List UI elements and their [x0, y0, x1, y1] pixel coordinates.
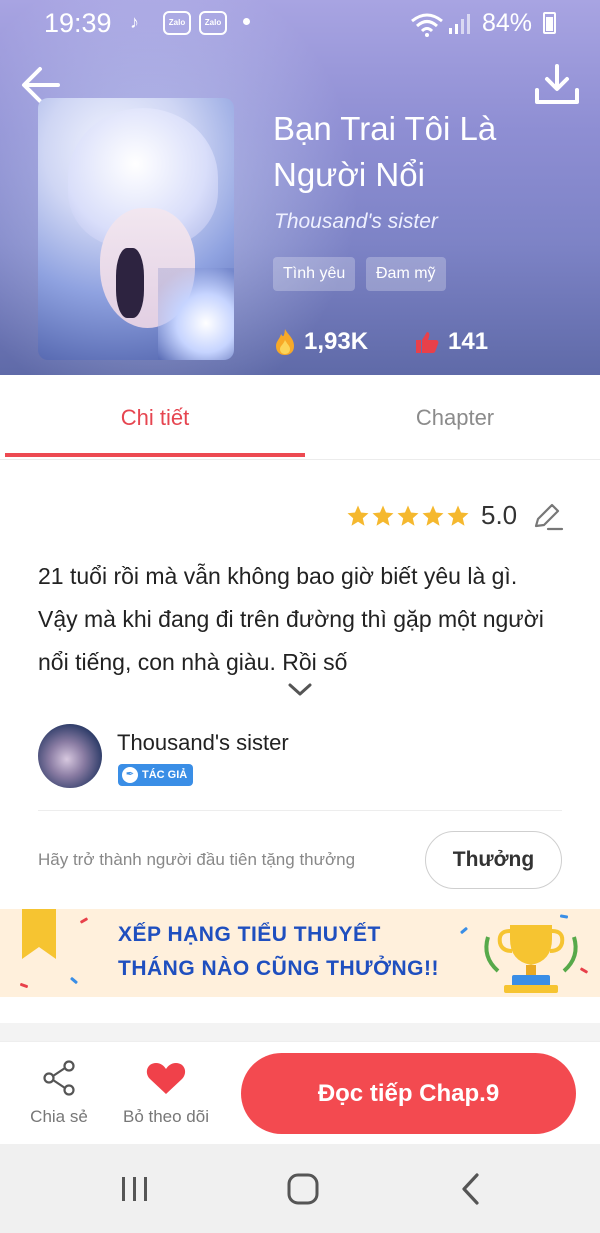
- promo-banner[interactable]: XẾP HẠNG TIỂU THUYẾT THÁNG NÀO CŨNG THƯỞ…: [0, 909, 600, 997]
- author-name[interactable]: Thousand's sister: [117, 730, 289, 756]
- author-avatar[interactable]: [38, 724, 102, 788]
- star-icon: [397, 505, 419, 526]
- tab-bar: Chi tiết Chapter: [0, 375, 600, 460]
- share-icon: [43, 1060, 75, 1096]
- genre-tag[interactable]: Đam mỹ: [366, 257, 446, 291]
- views-stat: 1,93K: [274, 328, 368, 356]
- story-author[interactable]: Thousand's sister: [274, 210, 438, 234]
- edit-pencil-icon[interactable]: [530, 500, 564, 534]
- unfollow-button[interactable]: Bỏ theo dõi: [116, 1060, 216, 1127]
- unfollow-label: Bỏ theo dõi: [122, 1107, 209, 1126]
- rating: 5.0: [346, 500, 517, 531]
- recent-apps-icon[interactable]: [100, 1144, 170, 1233]
- genre-tag[interactable]: Tình yêu: [273, 257, 356, 291]
- divider: [38, 810, 562, 811]
- gift-prompt: Hãy trở thành người đầu tiên tặng thưởng: [38, 850, 356, 869]
- story-description: 21 tuổi rồi mà vẫn không bao giờ biết yê…: [38, 563, 544, 675]
- banner-line-1: XẾP HẠNG TIỂU THUYẾT: [118, 923, 381, 946]
- thumbs-up-icon: [416, 332, 439, 353]
- battery-level: 84%: [482, 9, 533, 37]
- zalo-icon: Zalo: [163, 11, 191, 35]
- views-count: 1,93K: [304, 328, 369, 355]
- home-icon[interactable]: [268, 1144, 338, 1233]
- pen-nib-icon: ✒: [122, 767, 138, 783]
- section-gap: [0, 1023, 600, 1041]
- trophy-icon: [484, 925, 578, 993]
- back-nav-icon[interactable]: [436, 1144, 506, 1233]
- signal-icon: [449, 14, 470, 34]
- zalo-icon: Zalo: [199, 11, 227, 35]
- rating-value: 5.0: [481, 500, 518, 530]
- story-title: Bạn Trai Tôi Là Người Nổi: [273, 110, 497, 193]
- share-label: Chia sẻ: [30, 1107, 88, 1126]
- author-badge: ✒ TÁC GIẢ: [118, 764, 194, 786]
- continue-reading-button[interactable]: Đọc tiếp Chap.9: [241, 1053, 576, 1134]
- cover-image[interactable]: [38, 98, 234, 360]
- status-bar: 19:39 ♪ Zalo Zalo 84%: [0, 0, 600, 48]
- likes-count: 141: [448, 328, 489, 355]
- story-header: 19:39 ♪ Zalo Zalo 84% Bạn Trai Tôi Là Ng…: [0, 0, 600, 375]
- active-tab-indicator: [5, 453, 305, 457]
- star-icon: [422, 505, 444, 526]
- tab-details[interactable]: Chi tiết: [5, 375, 305, 460]
- chevron-down-icon[interactable]: [286, 680, 314, 700]
- tab-chapter[interactable]: Chapter: [305, 375, 600, 460]
- tiktok-icon: ♪: [130, 12, 139, 32]
- star-icon: [447, 505, 469, 526]
- system-nav-bar: [0, 1144, 600, 1233]
- star-icon: [347, 505, 369, 526]
- wifi-icon: [411, 13, 443, 37]
- battery-icon: [543, 12, 556, 34]
- heart-icon: [146, 1063, 186, 1094]
- star-icon: [372, 505, 394, 526]
- author-badge-label: TÁC GIẢ: [142, 769, 188, 781]
- banner-line-2: THÁNG NÀO CŨNG THƯỞNG!!: [118, 957, 439, 980]
- notification-dot-icon: [243, 18, 250, 25]
- fire-icon: [276, 329, 294, 355]
- likes-stat: 141: [414, 328, 488, 356]
- gift-button[interactable]: Thưởng: [425, 831, 562, 889]
- download-icon[interactable]: [532, 62, 582, 108]
- share-button[interactable]: Chia sẻ: [24, 1060, 94, 1127]
- status-time: 19:39: [44, 8, 112, 38]
- bookmark-icon: [22, 909, 56, 959]
